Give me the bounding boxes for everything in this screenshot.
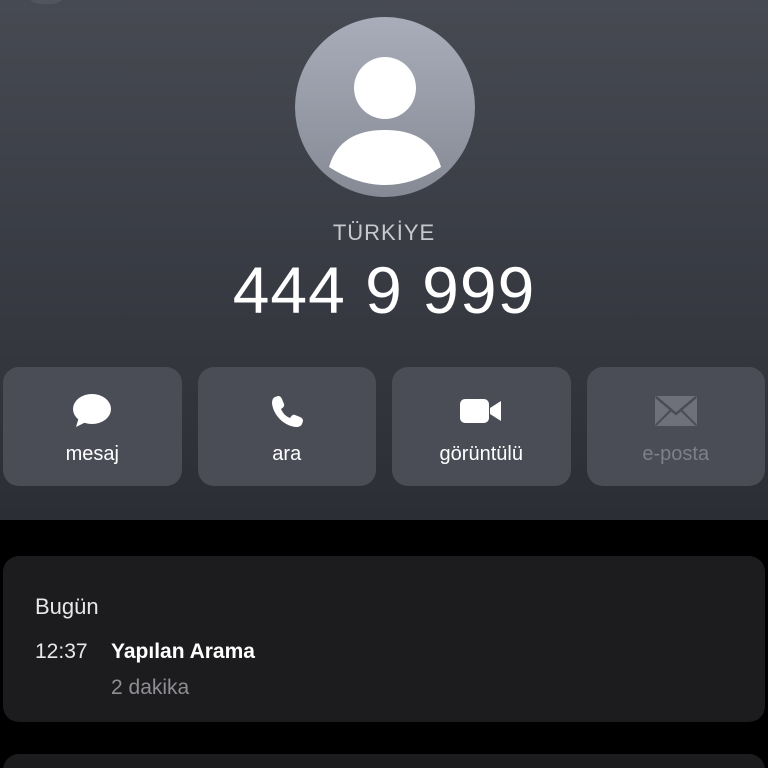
contact-header: TÜRKİYE 444 9 999 mesaj ara görüntülü e-… [0,0,768,520]
call-history-card: Bugün 12:37 Yapılan Arama 2 dakika [3,556,765,722]
email-button[interactable]: e-posta [586,367,765,486]
contact-label: TÜRKİYE [332,220,436,245]
envelope-icon [654,393,698,429]
video-label: görüntülü [439,443,523,465]
message-label: mesaj [65,443,119,465]
message-button[interactable]: mesaj [3,367,182,486]
section-divider [0,520,768,556]
contact-number: 444 9 999 [232,253,536,327]
history-day-label: Bugün [35,594,99,619]
message-bubble-icon [72,393,112,429]
history-call-type: Yapılan Arama [111,640,255,663]
video-camera-icon [459,393,503,429]
history-duration: 2 dakika [111,676,190,699]
contact-avatar [295,17,475,197]
call-button[interactable]: ara [197,367,376,486]
contact-actions: mesaj ara görüntülü e-posta [3,367,765,486]
call-label: ara [272,443,302,465]
back-button[interactable] [26,0,66,4]
email-label: e-posta [642,443,710,465]
person-silhouette-icon [329,57,441,185]
next-section-card [3,754,765,768]
history-time: 12:37 [35,640,88,663]
video-button[interactable]: görüntülü [392,367,571,486]
phone-icon [269,393,305,429]
